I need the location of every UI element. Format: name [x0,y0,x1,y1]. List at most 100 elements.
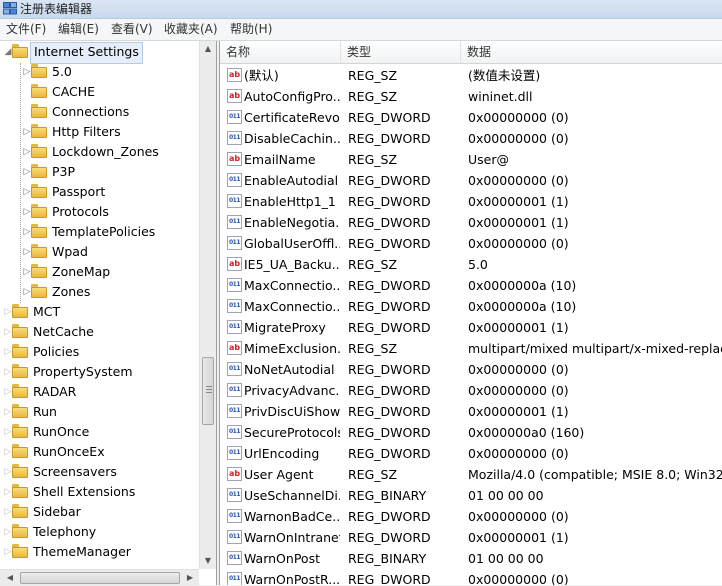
value-name: UseSchannelDi... [244,488,340,503]
binary-value-icon: 011 [227,551,242,565]
value-name: AutoConfigPro... [244,89,340,104]
value-row[interactable]: ab User Agent REG_SZ Mozilla/4.0 (compatibl… [220,464,722,485]
tree-item[interactable]: ▷ Wpad [0,242,196,262]
value-data: User@ [468,152,509,167]
folder-icon [31,284,47,298]
tree-item[interactable]: ▷ 5.0 [0,62,196,82]
tree-item[interactable]: ▷ Http Filters [0,122,196,142]
value-row[interactable]: ab IE5_UA_Backu... REG_SZ 5.0 [220,254,722,275]
menu-help[interactable]: 帮助(H) [230,19,272,40]
value-row[interactable]: 011CertificateRevo... REG_DWORD 0x00000000… [220,107,722,128]
tree-item[interactable]: ▷ RADAR [0,382,196,402]
registry-key-tree[interactable]: ◢ Internet Settings ▷ 5.0 CACHE Connections ▷ H… [0,41,217,585]
folder-icon [12,324,28,338]
string-value-icon: ab [227,152,242,166]
value-type: REG_BINARY [348,488,427,503]
tree-item[interactable]: ▷ RunOnceEx [0,442,196,462]
tree-item-label: Telephony [33,524,97,539]
value-name: EnableHttp1_1 [244,194,336,209]
tree-vertical-scrollbar[interactable]: ▲ ▼ [199,41,216,569]
value-data: 0x00000000 (0) [468,236,569,251]
value-data: 0x00000001 (1) [468,530,569,545]
tree-item[interactable]: ▷ Shell Extensions [0,482,196,502]
binary-value-icon: 011 [227,194,242,208]
binary-value-icon: 011 [227,446,242,460]
scroll-thumb[interactable] [202,357,214,425]
value-row[interactable]: ab EmailName REG_SZ User@ [220,149,722,170]
value-row[interactable]: 011 EnableHttp1_1 REG_DWORD 0x00000001 (1) [220,191,722,212]
value-row[interactable]: ab (默认) REG_SZ (数值未设置) [220,65,722,86]
value-row[interactable]: 011 WarnOnPostR... REG_DWORD 0x00000000 (0) [220,569,722,585]
value-type: REG_DWORD [348,362,431,377]
scroll-left-arrow-icon[interactable]: ◀ [2,570,18,586]
tree-item[interactable]: ▷ Zones [0,282,196,302]
value-name: EnableAutodial [244,173,339,188]
value-row[interactable]: 011 DisableCachin... REG_DWORD 0x00000000 (… [220,128,722,149]
column-header-name[interactable]: 名称 [220,41,341,63]
binary-value-icon: 011 [227,131,242,145]
tree-item[interactable]: ▷ Run [0,402,196,422]
column-header-data[interactable]: 数据 [461,41,722,63]
value-type: REG_DWORD [348,320,431,335]
menu-view[interactable]: 查看(V) [111,19,153,40]
value-name: IE5_UA_Backu... [244,257,340,272]
scroll-right-arrow-icon[interactable]: ▶ [182,570,198,586]
tree-item[interactable]: ▷ Policies [0,342,196,362]
tree-item[interactable]: ▷ PropertySystem [0,362,196,382]
tree-item-label: TemplatePolicies [52,224,156,239]
horizontal-scroll-thumb[interactable] [20,572,180,584]
tree-item[interactable]: Connections [0,102,196,122]
menu-file[interactable]: 文件(F) [6,19,46,40]
value-type: REG_DWORD [348,299,431,314]
value-row[interactable]: 011 WarnOnPost REG_BINARY 01 00 00 00 [220,548,722,569]
value-name: DisableCachin... [244,131,340,146]
scroll-up-arrow-icon[interactable]: ▲ [200,41,216,57]
value-row[interactable]: 011 UseSchannelDi... REG_BINARY 01 00 00 00 [220,485,722,506]
string-value-icon: ab [227,341,242,355]
tree-item[interactable]: ▷ Screensavers [0,462,196,482]
menu-favorites[interactable]: 收藏夹(A) [164,19,218,40]
tree-item[interactable]: ▷ TemplatePolicies [0,222,196,242]
tree-item[interactable]: ▷ Lockdown_Zones [0,142,196,162]
tree-item[interactable]: ◢ Internet Settings [0,42,196,64]
tree-item[interactable]: ▷ Passport [0,182,196,202]
tree-item[interactable]: ▷ MCT [0,302,196,322]
value-row[interactable]: 011 GlobalUserOffl... REG_DWORD 0x00000000 … [220,233,722,254]
value-row[interactable]: 011 SecureProtocols REG_DWORD 0x000000a0 (1… [220,422,722,443]
tree-item[interactable]: ▷ Protocols [0,202,196,222]
tree-item[interactable]: ▷ Telephony [0,522,196,542]
tree-item[interactable]: ▷ RunOnce [0,422,196,442]
value-row[interactable]: ab AutoConfigPro... REG_SZ wininet.dll [220,86,722,107]
value-row[interactable]: 011 EnableNegotia... REG_DWORD 0x00000001 (… [220,212,722,233]
column-header-type[interactable]: 类型 [341,41,461,63]
tree-item-label: ZoneMap [52,264,111,279]
value-row[interactable]: 011 MaxConnectio... REG_DWORD 0x0000000a (1… [220,296,722,317]
value-row[interactable]: 011 WarnonBadCe... REG_DWORD 0x00000000 (0) [220,506,722,527]
value-row[interactable]: 011 WarnOnIntranet REG_DWORD 0x00000001 (1) [220,527,722,548]
folder-icon [12,544,28,558]
values-list[interactable]: 名称 类型 数据 ab (默认) REG_SZ (数值未设置) ab AutoConfig… [219,41,722,585]
value-row[interactable]: 011 UrlEncoding REG_DWORD 0x00000000 (0) [220,443,722,464]
value-type: REG_DWORD [348,425,431,440]
value-name: MaxConnectio... [244,278,340,293]
binary-value-icon: 011 [227,488,242,502]
tree-item[interactable]: ▷ ThemeManager [0,542,196,562]
tree-item[interactable]: CACHE [0,82,196,102]
menu-edit[interactable]: 编辑(E) [58,19,99,40]
value-row[interactable]: 011 PrivacyAdvanc... REG_DWORD 0x00000000 (… [220,380,722,401]
value-row[interactable]: 011 MigrateProxy REG_DWORD 0x00000001 (1) [220,317,722,338]
value-row[interactable]: 011 NoNetAutodial REG_DWORD 0x00000000 (0) [220,359,722,380]
binary-value-icon: 011 [227,572,242,585]
tree-item-label: Internet Settings [30,42,143,64]
tree-item-label: Http Filters [52,124,121,139]
value-row[interactable]: 011 PrivDiscUiShown REG_DWORD 0x00000001 (1… [220,401,722,422]
tree-horizontal-scrollbar[interactable]: ◀ ▶ [0,569,199,586]
tree-item[interactable]: ▷ ZoneMap [0,262,196,282]
scroll-down-arrow-icon[interactable]: ▼ [200,553,216,569]
tree-item[interactable]: ▷ NetCache [0,322,196,342]
value-row[interactable]: 011 EnableAutodial REG_DWORD 0x00000000 (0) [220,170,722,191]
tree-item[interactable]: ▷ P3P [0,162,196,182]
tree-item[interactable]: ▷ Sidebar [0,502,196,522]
value-row[interactable]: 011 MaxConnectio... REG_DWORD 0x0000000a (1… [220,275,722,296]
value-row[interactable]: ab MimeExclusion... REG_SZ multipart/mixed … [220,338,722,359]
